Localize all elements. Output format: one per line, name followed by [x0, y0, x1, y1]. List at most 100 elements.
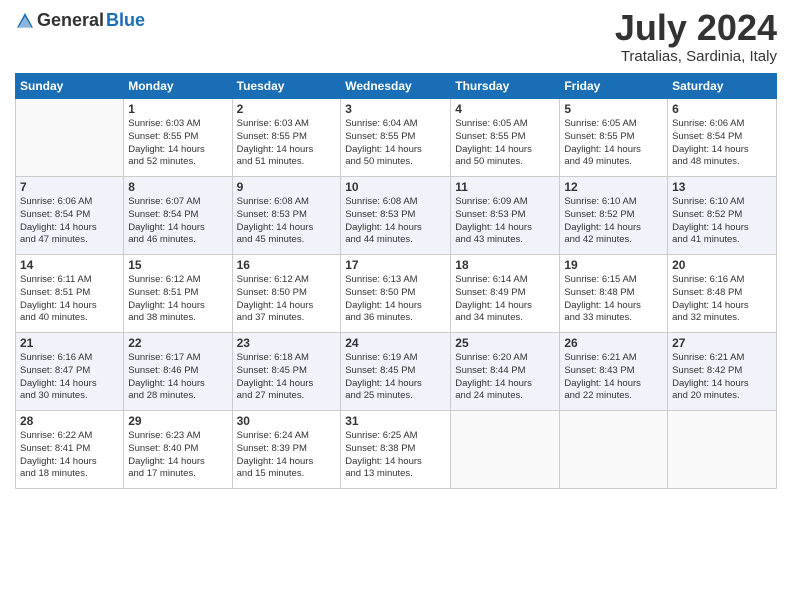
day-number: 13	[672, 180, 772, 194]
day-info: Sunrise: 6:05 AMSunset: 8:55 PMDaylight:…	[564, 118, 663, 169]
day-info: Sunrise: 6:10 AMSunset: 8:52 PMDaylight:…	[672, 196, 772, 247]
logo-blue: Blue	[106, 10, 145, 31]
calendar-cell	[16, 99, 124, 177]
calendar-cell: 31 Sunrise: 6:25 AMSunset: 8:38 PMDayligh…	[341, 411, 451, 489]
calendar-cell: 21 Sunrise: 6:16 AMSunset: 8:47 PMDayligh…	[16, 333, 124, 411]
day-info: Sunrise: 6:03 AMSunset: 8:55 PMDaylight:…	[128, 118, 227, 169]
day-info: Sunrise: 6:23 AMSunset: 8:40 PMDaylight:…	[128, 430, 227, 481]
day-number: 21	[20, 336, 119, 350]
calendar-cell: 30 Sunrise: 6:24 AMSunset: 8:39 PMDayligh…	[232, 411, 341, 489]
day-number: 4	[455, 102, 555, 116]
day-number: 19	[564, 258, 663, 272]
calendar-cell: 12 Sunrise: 6:10 AMSunset: 8:52 PMDayligh…	[560, 177, 668, 255]
day-number: 15	[128, 258, 227, 272]
day-info: Sunrise: 6:08 AMSunset: 8:53 PMDaylight:…	[345, 196, 446, 247]
day-info: Sunrise: 6:14 AMSunset: 8:49 PMDaylight:…	[455, 274, 555, 325]
day-number: 31	[345, 414, 446, 428]
calendar-cell: 25Sunrise: 6:20 AMSunset: 8:44 PMDayligh…	[451, 333, 560, 411]
day-info: Sunrise: 6:11 AMSunset: 8:51 PMDaylight:…	[20, 274, 119, 325]
day-info: Sunrise: 6:13 AMSunset: 8:50 PMDaylight:…	[345, 274, 446, 325]
calendar-header: SundayMondayTuesdayWednesdayThursdayFrid…	[16, 74, 777, 99]
day-number: 22	[128, 336, 227, 350]
day-number: 29	[128, 414, 227, 428]
logo-icon	[15, 11, 35, 31]
day-info: Sunrise: 6:19 AMSunset: 8:45 PMDaylight:…	[345, 352, 446, 403]
weekday-header-friday: Friday	[560, 74, 668, 99]
day-info: Sunrise: 6:07 AMSunset: 8:54 PMDaylight:…	[128, 196, 227, 247]
day-number: 5	[564, 102, 663, 116]
calendar-cell: 27Sunrise: 6:21 AMSunset: 8:42 PMDayligh…	[668, 333, 777, 411]
day-number: 1	[128, 102, 227, 116]
day-info: Sunrise: 6:25 AMSunset: 8:38 PMDaylight:…	[345, 430, 446, 481]
day-number: 8	[128, 180, 227, 194]
day-info: Sunrise: 6:24 AMSunset: 8:39 PMDaylight:…	[237, 430, 337, 481]
day-number: 12	[564, 180, 663, 194]
calendar-cell: 1 Sunrise: 6:03 AMSunset: 8:55 PMDaylight…	[124, 99, 232, 177]
calendar-cell: 11 Sunrise: 6:09 AMSunset: 8:53 PMDayligh…	[451, 177, 560, 255]
calendar-body: 1 Sunrise: 6:03 AMSunset: 8:55 PMDaylight…	[16, 99, 777, 489]
day-info: Sunrise: 6:08 AMSunset: 8:53 PMDaylight:…	[237, 196, 337, 247]
day-info: Sunrise: 6:09 AMSunset: 8:53 PMDaylight:…	[455, 196, 555, 247]
day-number: 16	[237, 258, 337, 272]
day-info: Sunrise: 6:16 AMSunset: 8:47 PMDaylight:…	[20, 352, 119, 403]
day-number: 26	[564, 336, 663, 350]
weekday-header-tuesday: Tuesday	[232, 74, 341, 99]
day-number: 14	[20, 258, 119, 272]
day-number: 17	[345, 258, 446, 272]
day-number: 30	[237, 414, 337, 428]
day-number: 23	[237, 336, 337, 350]
calendar-cell: 8 Sunrise: 6:07 AMSunset: 8:54 PMDaylight…	[124, 177, 232, 255]
day-number: 11	[455, 180, 555, 194]
calendar-cell: 5 Sunrise: 6:05 AMSunset: 8:55 PMDaylight…	[560, 99, 668, 177]
day-info: Sunrise: 6:12 AMSunset: 8:50 PMDaylight:…	[237, 274, 337, 325]
calendar-cell	[451, 411, 560, 489]
day-info: Sunrise: 6:03 AMSunset: 8:55 PMDaylight:…	[237, 118, 337, 169]
calendar-cell: 18 Sunrise: 6:14 AMSunset: 8:49 PMDayligh…	[451, 255, 560, 333]
calendar-cell: 6Sunrise: 6:06 AMSunset: 8:54 PMDaylight…	[668, 99, 777, 177]
calendar-cell: 16 Sunrise: 6:12 AMSunset: 8:50 PMDayligh…	[232, 255, 341, 333]
calendar-week-row: 14 Sunrise: 6:11 AMSunset: 8:51 PMDayligh…	[16, 255, 777, 333]
day-info: Sunrise: 6:22 AMSunset: 8:41 PMDaylight:…	[20, 430, 119, 481]
weekday-header-sunday: Sunday	[16, 74, 124, 99]
calendar-cell: 28Sunrise: 6:22 AMSunset: 8:41 PMDayligh…	[16, 411, 124, 489]
calendar-cell: 29 Sunrise: 6:23 AMSunset: 8:40 PMDayligh…	[124, 411, 232, 489]
calendar-cell: 17 Sunrise: 6:13 AMSunset: 8:50 PMDayligh…	[341, 255, 451, 333]
day-number: 24	[345, 336, 446, 350]
day-number: 10	[345, 180, 446, 194]
calendar-cell: 24 Sunrise: 6:19 AMSunset: 8:45 PMDayligh…	[341, 333, 451, 411]
day-info: Sunrise: 6:10 AMSunset: 8:52 PMDaylight:…	[564, 196, 663, 247]
calendar-cell: 13 Sunrise: 6:10 AMSunset: 8:52 PMDayligh…	[668, 177, 777, 255]
calendar-cell: 15Sunrise: 6:12 AMSunset: 8:51 PMDayligh…	[124, 255, 232, 333]
calendar-cell: 23 Sunrise: 6:18 AMSunset: 8:45 PMDayligh…	[232, 333, 341, 411]
calendar-cell: 14 Sunrise: 6:11 AMSunset: 8:51 PMDayligh…	[16, 255, 124, 333]
calendar-cell: 26Sunrise: 6:21 AMSunset: 8:43 PMDayligh…	[560, 333, 668, 411]
location: Tratalias, Sardinia, Italy	[615, 48, 777, 65]
day-info: Sunrise: 6:21 AMSunset: 8:42 PMDaylight:…	[672, 352, 772, 403]
day-number: 9	[237, 180, 337, 194]
day-info: Sunrise: 6:18 AMSunset: 8:45 PMDaylight:…	[237, 352, 337, 403]
day-number: 20	[672, 258, 772, 272]
weekday-header-row: SundayMondayTuesdayWednesdayThursdayFrid…	[16, 74, 777, 99]
calendar-table: SundayMondayTuesdayWednesdayThursdayFrid…	[15, 73, 777, 489]
calendar-cell: 7 Sunrise: 6:06 AMSunset: 8:54 PMDaylight…	[16, 177, 124, 255]
day-number: 2	[237, 102, 337, 116]
day-info: Sunrise: 6:06 AMSunset: 8:54 PMDaylight:…	[20, 196, 119, 247]
calendar-cell: 3Sunrise: 6:04 AMSunset: 8:55 PMDaylight…	[341, 99, 451, 177]
month-title: July 2024	[615, 10, 777, 46]
calendar-cell: 4Sunrise: 6:05 AMSunset: 8:55 PMDaylight…	[451, 99, 560, 177]
calendar-week-row: 7 Sunrise: 6:06 AMSunset: 8:54 PMDaylight…	[16, 177, 777, 255]
calendar-cell	[668, 411, 777, 489]
day-number: 25	[455, 336, 555, 350]
weekday-header-wednesday: Wednesday	[341, 74, 451, 99]
page-container: General Blue July 2024 Tratalias, Sardin…	[0, 0, 792, 612]
day-number: 7	[20, 180, 119, 194]
logo: General Blue	[15, 10, 145, 31]
day-number: 18	[455, 258, 555, 272]
weekday-header-saturday: Saturday	[668, 74, 777, 99]
page-header: General Blue July 2024 Tratalias, Sardin…	[15, 10, 777, 65]
weekday-header-monday: Monday	[124, 74, 232, 99]
calendar-cell: 22 Sunrise: 6:17 AMSunset: 8:46 PMDayligh…	[124, 333, 232, 411]
logo-general: General	[37, 10, 104, 31]
day-info: Sunrise: 6:17 AMSunset: 8:46 PMDaylight:…	[128, 352, 227, 403]
calendar-week-row: 28Sunrise: 6:22 AMSunset: 8:41 PMDayligh…	[16, 411, 777, 489]
